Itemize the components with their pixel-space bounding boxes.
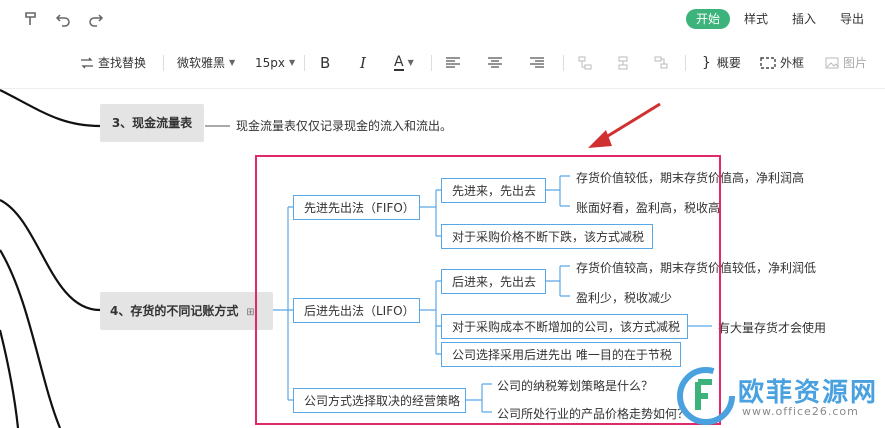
bold-button[interactable]: B <box>320 54 330 72</box>
frame-icon <box>760 57 776 69</box>
watermark-logo-icon <box>677 367 735 425</box>
font-color-icon: A <box>394 54 404 71</box>
structure-button-2[interactable] <box>616 54 630 72</box>
bold-icon: B <box>320 54 331 72</box>
tab-style[interactable]: 样式 <box>744 9 768 29</box>
topic-cash-flow[interactable]: 3、现金流量表 <box>100 104 204 142</box>
font-color-button[interactable]: A ▼ <box>394 54 414 72</box>
chevron-down-icon: ▼ <box>407 58 414 67</box>
divider <box>431 55 432 71</box>
highlight-frame <box>255 155 721 425</box>
divider <box>685 55 686 71</box>
watermark-url: www.office26.com <box>742 405 859 418</box>
summary-label: 概要 <box>716 56 741 70</box>
annotation-arrowhead <box>588 130 612 148</box>
format-painter-icon[interactable] <box>20 8 42 30</box>
find-replace-label: 查找替换 <box>98 56 147 70</box>
divider <box>304 55 305 71</box>
structure-icon <box>618 56 628 70</box>
image-button[interactable]: 图片 <box>825 54 867 72</box>
chevron-down-icon: ▼ <box>289 58 296 67</box>
chevron-down-icon: ▼ <box>229 58 236 67</box>
branch-line <box>0 199 101 312</box>
branch-line <box>0 249 62 428</box>
topic-inventory-methods[interactable]: 4、存货的不同记账方式 ⊞ <box>100 292 273 330</box>
image-label: 图片 <box>843 56 868 70</box>
topic-label: 4、存货的不同记账方式 <box>110 304 239 318</box>
font-size-select[interactable]: 15px ▼ <box>255 54 295 72</box>
font-family-select[interactable]: 微软雅黑 ▼ <box>177 54 235 72</box>
undo-icon[interactable] <box>52 8 74 30</box>
structure-icon <box>654 56 668 69</box>
align-left-button[interactable] <box>446 54 460 72</box>
divider <box>163 55 164 71</box>
tab-insert[interactable]: 插入 <box>792 9 816 29</box>
watermark-text: 欧菲资源网 <box>738 378 879 408</box>
structure-button-1[interactable] <box>578 54 592 72</box>
align-center-icon <box>488 57 502 68</box>
italic-icon: I <box>360 54 366 72</box>
structure-icon <box>578 56 592 70</box>
topic-label: 3、现金流量表 <box>111 116 193 130</box>
align-left-icon <box>446 57 460 68</box>
branch-line <box>0 89 101 128</box>
branch-line <box>0 329 20 428</box>
summary-button[interactable]: } 概要 <box>702 54 741 72</box>
font-family-value: 微软雅黑 <box>177 56 226 70</box>
top-bar: 开始 样式 插入 导出 <box>0 0 885 38</box>
leaf-lifo-note[interactable]: 有大量存货才会使用 <box>718 319 826 336</box>
divider <box>563 55 564 71</box>
find-replace-icon <box>81 57 93 69</box>
italic-button[interactable]: I <box>360 54 366 72</box>
structure-button-3[interactable] <box>654 54 668 72</box>
tab-start[interactable]: 开始 <box>686 9 730 29</box>
brace-icon: } <box>702 55 711 71</box>
align-right-button[interactable] <box>530 54 544 72</box>
align-right-icon <box>530 57 544 68</box>
align-center-button[interactable] <box>488 54 502 72</box>
redo-icon[interactable] <box>85 8 107 30</box>
note-cash-flow[interactable]: 现金流量表仅仅记录现金的流入和流出。 <box>236 117 452 134</box>
frame-button[interactable]: 外框 <box>760 54 804 72</box>
find-replace-button[interactable]: 查找替换 <box>80 54 146 72</box>
image-icon <box>825 57 839 69</box>
tab-export[interactable]: 导出 <box>840 9 864 29</box>
font-size-value: 15px <box>255 56 285 70</box>
frame-label: 外框 <box>780 56 805 70</box>
note-icon[interactable]: ⊞ <box>246 307 254 318</box>
